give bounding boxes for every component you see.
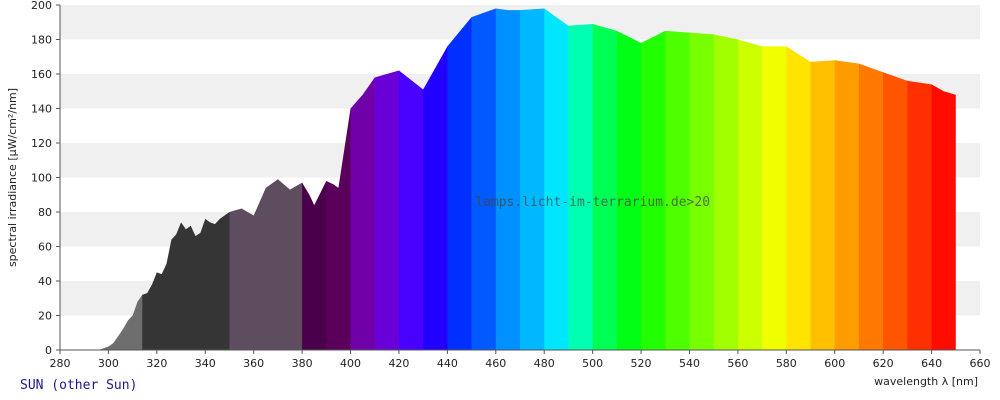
x-tick-label: 580 [776,357,797,370]
y-tick-label: 140 [31,103,52,116]
spectrum-band [520,8,545,350]
x-tick-label: 660 [970,357,991,370]
spectrum-band [762,8,787,350]
x-tick-label: 540 [679,357,700,370]
y-tick-label: 200 [31,0,52,12]
x-tick-label: 300 [98,357,119,370]
y-tick-label: 160 [31,68,52,81]
x-tick-label: 500 [582,357,603,370]
x-tick-label: 440 [437,357,458,370]
spectrum-chart: 0 20 40 60 80 100 120 140 160 180 200 280 300 320 340 3… [6,0,991,393]
watermark-text: lamps.licht-im-terrarium.de>20 [475,195,710,210]
x-tick-label: 460 [485,357,506,370]
x-tick-label: 340 [195,357,216,370]
y-tick-label: 120 [31,137,52,150]
x-tick-label: 420 [388,357,409,370]
y-tick-label: 60 [38,241,52,254]
spectrum-band [737,8,763,350]
x-tick-label: 560 [727,357,748,370]
x-tick-label: 360 [243,357,264,370]
x-tick-label: 400 [340,357,361,370]
spectrum-band [592,8,618,350]
source-label: SUN (other Sun) [20,378,137,393]
spectrum-band [495,8,521,350]
y-tick-label: 100 [31,172,52,185]
spectrum-band [689,8,715,350]
x-tick-label: 320 [146,357,167,370]
spectrum-band [641,8,666,350]
y-tick-label: 20 [38,310,52,323]
spectrum-band [544,8,569,350]
x-tick-label: 620 [873,357,894,370]
y-axis-title: spectral irradiance [µW/cm²/nm] [6,88,19,267]
x-axis-title: wavelength λ [nm] [874,375,978,388]
x-tick-label: 640 [921,357,942,370]
x-tick-label: 380 [292,357,313,370]
spectrum-band [713,8,739,350]
y-tick-label: 40 [38,275,52,288]
x-tick-label: 600 [824,357,845,370]
spectrum-band [568,8,594,350]
y-tick-label: 0 [45,344,52,357]
x-tick-label: 480 [534,357,555,370]
spectrum-band [447,8,473,350]
x-tick-label: 280 [50,357,71,370]
y-tick-label: 180 [31,34,52,47]
y-tick-label: 80 [38,206,52,219]
spectrum-band [471,8,497,350]
spectrum-band [616,8,642,350]
spectrum-band [665,8,690,350]
x-tick-label: 520 [631,357,652,370]
